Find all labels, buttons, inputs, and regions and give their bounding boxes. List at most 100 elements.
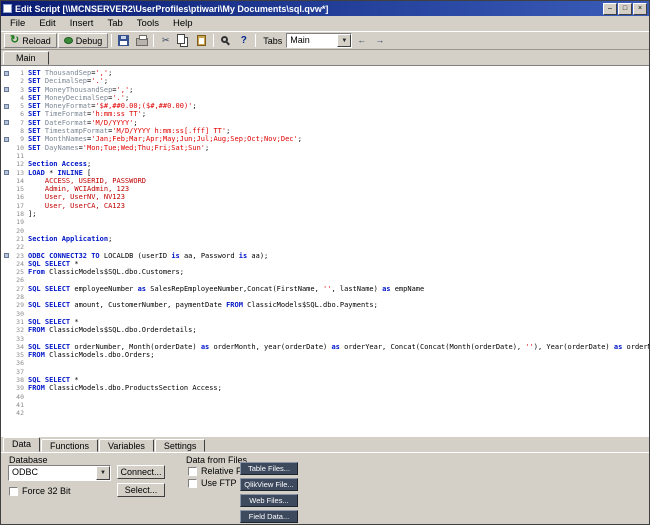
bottom-tab-data[interactable]: Data <box>3 437 41 452</box>
line-number: 16 <box>16 193 24 202</box>
menu-edit[interactable]: Edit <box>32 17 62 30</box>
line-number: 33 <box>16 334 24 343</box>
script-editor[interactable]: 1 SET ThousandSep=','; 2 SET DecimalSep='.'… <box>1 65 649 437</box>
paste-button[interactable] <box>193 33 211 48</box>
reload-icon: ↻ <box>10 34 20 46</box>
code-text: Section Access; <box>28 160 92 169</box>
menu-tab[interactable]: Tab <box>100 17 129 30</box>
reload-label: Reload <box>22 35 51 46</box>
menu-help[interactable]: Help <box>166 17 200 30</box>
line-number: 42 <box>16 409 24 418</box>
line-number: 6 <box>20 110 24 119</box>
debug-button[interactable]: Debug <box>57 33 109 48</box>
code-line: 25 From ClassicModels$SQL.dbo.Customers; <box>1 268 649 277</box>
code-line: 19 <box>1 218 649 226</box>
gutter-cell <box>1 202 11 210</box>
demote-tab-button[interactable]: → <box>371 33 389 48</box>
bottom-tab-variables[interactable]: Variables <box>99 439 154 452</box>
reload-button[interactable]: ↻ Reload <box>4 33 57 48</box>
line-number: 39 <box>16 384 24 393</box>
field-data-button[interactable]: Field Data... <box>240 510 298 523</box>
database-select-value: ODBC <box>12 467 39 477</box>
code-line: 8 SET TimestampFormat='M/D/YYYY h:mm:ss[.… <box>1 127 649 135</box>
line-number: 30 <box>16 309 24 318</box>
code-line: 15 Admin, WCIAdmin, 123 <box>1 185 649 194</box>
gutter-cell <box>1 343 11 351</box>
code-line: 4 SET MoneyDecimalSep='.'; <box>1 93 649 102</box>
bottom-tab-settings[interactable]: Settings <box>154 439 206 452</box>
title-bar: Edit Script [\\MCNSERVER2\UserProfiles\p… <box>1 1 649 16</box>
code-line: 1 SET ThousandSep=','; <box>1 69 649 77</box>
table-files-button[interactable]: Table Files... <box>240 462 298 475</box>
force-32-bit-checkbox[interactable]: Force 32 Bit <box>9 486 71 496</box>
cut-button[interactable]: ✂ <box>157 33 175 48</box>
code-text: FROM ClassicModels$SQL.dbo.Orderdetails; <box>28 326 197 335</box>
gutter-cell <box>1 310 11 318</box>
close-button[interactable]: × <box>633 2 647 15</box>
web-files-button[interactable]: Web Files... <box>240 494 298 507</box>
line-number: 13 <box>16 168 24 177</box>
gutter-cell <box>1 326 11 334</box>
line-number: 32 <box>16 326 24 335</box>
line-number: 34 <box>16 342 24 351</box>
line-number: 4 <box>20 93 24 102</box>
line-number: 27 <box>16 284 24 293</box>
code-text: From ClassicModels$SQL.dbo.Customers; <box>28 268 184 277</box>
checkbox-box <box>188 478 197 488</box>
line-number: 9 <box>20 135 24 144</box>
gutter-cell <box>1 376 11 384</box>
code-text: User, UserCA, CA123 <box>28 201 125 210</box>
copy-button[interactable] <box>175 33 193 48</box>
code-line: 36 <box>1 359 649 367</box>
save-button[interactable] <box>115 33 133 48</box>
help-button[interactable]: ? <box>235 33 253 48</box>
gutter-cell <box>1 409 11 417</box>
code-line: 34 SQL SELECT orderNumber, Month(orderDat… <box>1 342 649 351</box>
gutter-cell <box>1 384 11 392</box>
line-marker-icon <box>1 252 11 260</box>
qlikview-file-button[interactable]: QlikView File... <box>240 478 298 491</box>
arrow-right-icon: → <box>375 35 385 45</box>
paste-icon <box>197 35 207 46</box>
code-text: ]; <box>28 210 37 219</box>
tab-selector-value: Main <box>290 35 310 45</box>
minimize-button[interactable]: – <box>603 2 617 15</box>
gutter-cell <box>1 235 11 243</box>
maximize-button[interactable]: □ <box>618 2 632 15</box>
line-number: 15 <box>16 185 24 194</box>
code-line: 9 SET MonthNames='Jan;Feb;Mar;Apr;May;Jun… <box>1 135 649 144</box>
code-line: 31 SQL SELECT * <box>1 318 649 326</box>
gutter-cell <box>1 276 11 284</box>
gutter-cell <box>1 293 11 301</box>
gutter-cell <box>1 218 11 226</box>
print-button[interactable] <box>133 33 151 48</box>
force-32-bit-label: Force 32 Bit <box>22 486 71 496</box>
select-button[interactable]: Select... <box>117 483 165 497</box>
menu-file[interactable]: File <box>3 17 32 30</box>
bottom-tab-functions[interactable]: Functions <box>41 439 99 452</box>
code-text: SQL SELECT employeeNumber as SalesRepEmp… <box>28 284 425 293</box>
line-marker-icon <box>1 69 11 77</box>
database-label: Database <box>9 455 48 465</box>
tab-main[interactable]: Main <box>3 51 49 65</box>
use-ftp-checkbox[interactable]: Use FTP <box>188 478 237 488</box>
find-button[interactable] <box>217 33 235 48</box>
toolbar: ↻ Reload Debug ✂ ? Tabs Main ▼ ← → <box>1 31 649 50</box>
database-select[interactable]: ODBC ▼ <box>8 465 111 481</box>
menu-insert[interactable]: Insert <box>63 17 101 30</box>
script-tab-strip: Main <box>1 50 649 65</box>
gutter-cell <box>1 393 11 401</box>
promote-tab-button[interactable]: ← <box>353 33 371 48</box>
code-line: 22 <box>1 243 649 251</box>
menu-tools[interactable]: Tools <box>130 17 166 30</box>
line-number: 12 <box>16 160 24 169</box>
line-marker-icon <box>1 169 11 177</box>
code-text: LOAD * INLINE [ <box>28 168 92 177</box>
code-text: ODBC CONNECT32 TO LOCALDB (userID is aa,… <box>28 251 269 260</box>
use-ftp-label: Use FTP <box>201 478 237 488</box>
tab-selector[interactable]: Main ▼ <box>286 33 353 48</box>
connect-button[interactable]: Connect... <box>117 465 165 479</box>
